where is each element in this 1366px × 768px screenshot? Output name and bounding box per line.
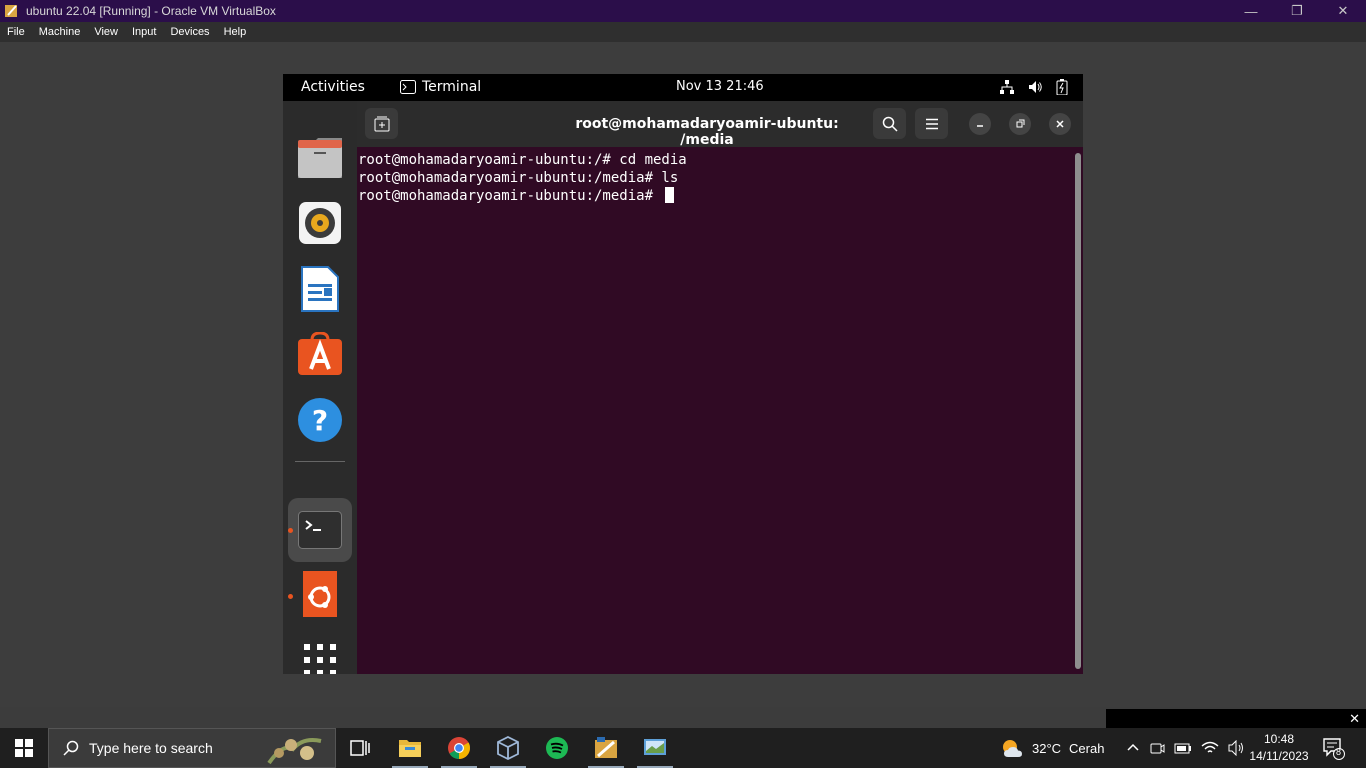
taskbar-remote-desktop[interactable]: [631, 728, 679, 768]
start-button[interactable]: [0, 728, 48, 768]
rhythmbox-icon[interactable]: [297, 200, 343, 246]
close-button[interactable]: ✕: [1320, 0, 1366, 22]
chevron-up-icon[interactable]: [1126, 741, 1140, 755]
gnome-status-area[interactable]: [999, 79, 1069, 95]
terminal-prompt-line: root@mohamadaryoamir-ubuntu:/media#: [358, 187, 1073, 205]
cube-app-icon: [497, 736, 519, 760]
menu-file[interactable]: File: [0, 26, 32, 38]
virtualbox-icon: [595, 737, 617, 758]
restore-button[interactable]: ❐: [1274, 0, 1320, 22]
files-icon[interactable]: [297, 135, 343, 181]
new-tab-icon: [374, 116, 389, 131]
menu-machine[interactable]: Machine: [32, 26, 88, 38]
network-icon: [1000, 80, 1014, 94]
running-indicator: [288, 594, 293, 599]
app-menu[interactable]: Terminal: [400, 79, 481, 95]
guest-screen[interactable]: Activities Terminal Nov 13 21:46 ? root@…: [283, 74, 1083, 674]
search-button[interactable]: [873, 108, 906, 139]
volume-icon: [1029, 81, 1042, 93]
terminal-scrollbar[interactable]: [1075, 153, 1081, 669]
help-icon[interactable]: ?: [297, 397, 343, 443]
taskbar-spotify[interactable]: [533, 728, 581, 768]
minimize-icon: [977, 125, 983, 127]
taskbar-file-explorer[interactable]: [386, 728, 434, 768]
terminal-headerbar: root@mohamadaryoamir-ubuntu: /media: [357, 101, 1083, 148]
show-apps-icon[interactable]: [297, 637, 343, 674]
taskbar-clock[interactable]: 10:48 14/11/2023: [1244, 731, 1314, 765]
windows-logo-icon: [15, 739, 33, 757]
terminal-small-icon: [400, 80, 416, 94]
maximize-icon: [1016, 119, 1025, 128]
terminal-line: root@mohamadaryoamir-ubuntu:/media# ls: [358, 170, 679, 186]
new-tab-button[interactable]: [365, 108, 398, 139]
menu-devices[interactable]: Devices: [163, 26, 216, 38]
spotify-icon: [546, 737, 568, 759]
close-window-button[interactable]: [1049, 113, 1071, 135]
window-controls: — ❐ ✕: [1228, 0, 1366, 22]
notification-icon: [1323, 738, 1345, 760]
app-center-icon[interactable]: [297, 331, 343, 377]
weather-widget[interactable]: 32°C Cerah: [1000, 728, 1104, 768]
gnome-top-bar: Activities Terminal Nov 13 21:46: [283, 74, 1083, 101]
file-explorer-icon: [399, 740, 421, 757]
search-icon: [63, 740, 79, 756]
notification-badge: 8: [1336, 747, 1342, 757]
maximize-window-button[interactable]: [1009, 113, 1031, 135]
vbox-menubar: File Machine View Input Devices Help: [0, 22, 1366, 42]
clock-time: 10:48: [1263, 732, 1295, 746]
hamburger-menu-icon: [925, 118, 938, 129]
hamburger-menu-button[interactable]: [915, 108, 948, 139]
meet-now-icon[interactable]: [1149, 740, 1165, 756]
wifi-icon[interactable]: [1201, 741, 1219, 755]
weather-description: Cerah: [1069, 740, 1105, 756]
search-highlight-icon: [267, 738, 322, 765]
vbox-titlebar: ubuntu 22.04 [Running] - Oracle VM Virtu…: [0, 0, 1366, 22]
terminal-icon[interactable]: [297, 507, 343, 553]
close-icon: [1056, 120, 1064, 128]
battery-icon[interactable]: [1174, 741, 1192, 755]
notification-center-button[interactable]: 8: [1322, 736, 1346, 760]
terminal-window[interactable]: root@mohamadaryoamir-ubuntu: /media root…: [357, 101, 1083, 674]
menu-input[interactable]: Input: [125, 26, 163, 38]
terminal-output[interactable]: root@mohamadaryoamir-ubuntu:/# cd media r…: [357, 147, 1073, 674]
taskbar-virtualbox[interactable]: [582, 728, 630, 768]
taskbar-chrome[interactable]: [435, 728, 483, 768]
task-view-button[interactable]: [336, 728, 384, 768]
svg-text:?: ?: [312, 404, 328, 437]
windows-taskbar: Type here to search 32°C Cerah 10:48 14/…: [0, 728, 1366, 768]
app-menu-label: Terminal: [422, 79, 482, 95]
taskbar-search-box[interactable]: Type here to search: [48, 728, 336, 768]
minimize-button[interactable]: —: [1228, 0, 1274, 22]
minimize-window-button[interactable]: [969, 113, 991, 135]
battery-icon: [1056, 79, 1068, 95]
notification-strip: ✕: [1106, 709, 1366, 729]
task-view-icon: [350, 740, 370, 756]
virtualbox-logo-icon: [5, 5, 17, 17]
system-tray: [1126, 728, 1246, 768]
dock-separator: [295, 461, 345, 462]
ubuntu-dock: ?: [283, 101, 357, 674]
terminal-title: root@mohamadaryoamir-ubuntu: /media: [575, 116, 839, 148]
gnome-clock[interactable]: Nov 13 21:46: [676, 79, 764, 94]
weather-temperature: 32°C: [1032, 740, 1062, 756]
ubuntu-software-icon[interactable]: [297, 571, 343, 617]
menu-view[interactable]: View: [87, 26, 125, 38]
partly-sunny-icon: [1003, 740, 1022, 757]
clock-date: 14/11/2023: [1249, 749, 1309, 763]
menu-help[interactable]: Help: [217, 26, 254, 38]
taskbar-virtualbox-app[interactable]: [484, 728, 532, 768]
search-placeholder: Type here to search: [89, 740, 213, 756]
close-strip-icon[interactable]: ✕: [1349, 711, 1360, 727]
remote-desktop-icon: [644, 739, 666, 755]
text-cursor: [665, 187, 675, 203]
running-indicator: [288, 528, 293, 533]
terminal-line: root@mohamadaryoamir-ubuntu:/# cd media: [358, 152, 687, 168]
activities-button[interactable]: Activities: [301, 79, 365, 95]
chrome-icon: [448, 737, 470, 759]
terminal-line: root@mohamadaryoamir-ubuntu:/media#: [358, 188, 662, 204]
libreoffice-writer-icon[interactable]: [297, 266, 343, 312]
vbox-window-title: ubuntu 22.04 [Running] - Oracle VM Virtu…: [26, 4, 276, 18]
search-icon: [882, 116, 898, 132]
